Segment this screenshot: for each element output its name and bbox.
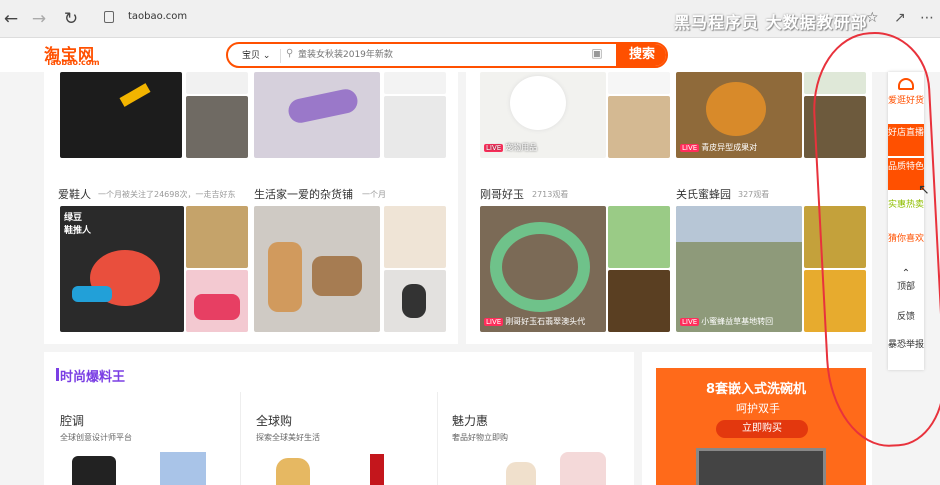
section-title: 时尚爆料王 xyxy=(60,370,126,385)
card-title[interactable]: 刚哥好玉 xyxy=(480,186,524,202)
lock-icon xyxy=(104,11,114,23)
product-image[interactable] xyxy=(384,72,446,94)
share-icon[interactable]: ↗ xyxy=(894,10,906,26)
watch-count: 327观看 xyxy=(738,190,770,199)
column-subtitle: 探索全球美好生活 xyxy=(256,433,320,442)
live-badge: LIVE xyxy=(680,318,700,326)
address-bar[interactable]: taobao.com xyxy=(128,11,187,22)
product-image[interactable] xyxy=(186,96,248,158)
live-caption: 宠物用品 xyxy=(505,143,538,152)
product-image[interactable] xyxy=(608,206,670,268)
column-subtitle: 奢品好物立即购 xyxy=(452,433,508,442)
product-image[interactable] xyxy=(384,270,446,332)
live-image[interactable]: LIVE 青皮异型成果对 xyxy=(676,72,802,158)
card-title[interactable]: 生活家一爱的杂货铺 xyxy=(254,186,353,202)
image-caption: 绿豆 鞋推人 xyxy=(64,213,92,236)
video-watermark: 黑马程序员 大数据教研部 xyxy=(674,13,868,32)
more-icon[interactable]: ⋯ xyxy=(920,10,934,26)
product-image[interactable] xyxy=(608,270,670,332)
product-image[interactable] xyxy=(186,206,248,268)
card-subtitle: 一个月 xyxy=(362,190,386,199)
watch-count: 2713观看 xyxy=(532,190,569,199)
product-image[interactable] xyxy=(384,96,446,158)
search-input[interactable] xyxy=(298,44,588,66)
product-image[interactable]: 绿豆 鞋推人 xyxy=(60,206,184,332)
product-image[interactable] xyxy=(254,72,380,158)
card-title[interactable]: 爱鞋人 xyxy=(58,186,91,202)
column-subtitle: 全球创意设计师平台 xyxy=(60,433,132,442)
column-title[interactable]: 魅力惠 xyxy=(452,412,488,429)
camera-icon[interactable]: ▣ xyxy=(588,46,606,64)
product-image[interactable] xyxy=(254,206,380,332)
product-image[interactable] xyxy=(186,72,248,94)
product-image[interactable] xyxy=(160,452,206,485)
product-image[interactable] xyxy=(60,72,182,158)
product-image[interactable] xyxy=(506,462,536,485)
search-button[interactable]: 搜索 xyxy=(616,44,666,66)
live-caption: 刚哥好玉石翡翠澳头代 xyxy=(505,317,586,326)
back-icon[interactable]: ← xyxy=(0,8,22,30)
product-image[interactable] xyxy=(608,72,670,94)
product-image[interactable] xyxy=(186,270,248,332)
product-image[interactable] xyxy=(370,454,384,485)
product-image[interactable] xyxy=(608,96,670,158)
product-image[interactable] xyxy=(72,456,116,485)
fashion-panel xyxy=(44,352,634,485)
column-title[interactable]: 全球购 xyxy=(256,412,292,429)
live-image[interactable]: LIVE 刚哥好玉石翡翠澳头代 xyxy=(480,206,606,332)
live-badge: LIVE xyxy=(484,144,504,152)
product-image[interactable] xyxy=(560,452,606,485)
column-divider xyxy=(437,392,438,485)
live-caption: 小蜜蜂益草基地转回 xyxy=(701,317,774,326)
card-subtitle: 一个月被关注了24698次，一走吉好东 xyxy=(98,190,236,199)
ad-subline: 呵护双手 xyxy=(736,402,780,415)
taobao-logo-en: Taobao.com xyxy=(46,58,100,67)
live-badge: LIVE xyxy=(484,318,504,326)
card-title[interactable]: 关氏蜜蜂园 xyxy=(676,186,731,202)
buy-now-button[interactable]: 立即购买 xyxy=(716,420,808,438)
search-icon: ⚲ xyxy=(286,48,294,59)
section-marker xyxy=(56,368,59,381)
browser-toolbar: ← → ↻ taobao.com 黑马程序员 大数据教研部 ☆ ↗ ⋯ xyxy=(0,0,940,38)
live-image[interactable]: LIVE 宠物用品 xyxy=(480,72,606,158)
product-image[interactable] xyxy=(384,206,446,268)
search-type-select[interactable]: 宝贝 ⌄ xyxy=(242,48,270,61)
column-divider xyxy=(240,392,241,485)
ad-headline: 8套嵌入式洗碗机 xyxy=(706,382,807,397)
product-image[interactable] xyxy=(276,458,310,485)
column-title[interactable]: 腔调 xyxy=(60,412,84,429)
favorites-icon[interactable]: ☆ xyxy=(866,10,879,26)
live-caption: 青皮异型成果对 xyxy=(701,143,758,152)
live-image[interactable]: LIVE 小蜜蜂益草基地转回 xyxy=(676,206,802,332)
dishwasher-image xyxy=(696,448,826,485)
search-divider xyxy=(280,49,281,63)
search-bar: 宝贝 ⌄ ⚲ ▣ 搜索 xyxy=(226,42,668,68)
forward-icon[interactable]: → xyxy=(28,8,50,30)
live-badge: LIVE xyxy=(680,144,700,152)
refresh-icon[interactable]: ↻ xyxy=(60,8,82,30)
